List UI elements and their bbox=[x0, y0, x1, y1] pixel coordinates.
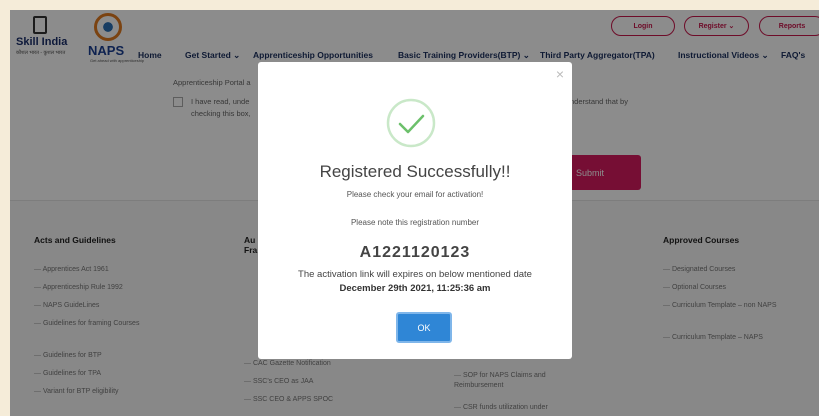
success-modal: × Registered Successfully!! Please check… bbox=[258, 62, 572, 359]
page: Skill India कौशल भारत - कुशल भारत NAPS G… bbox=[10, 10, 819, 416]
check-email-text: Please check your email for activation! bbox=[346, 190, 484, 199]
checkmark-icon bbox=[386, 98, 436, 148]
ok-button[interactable]: OK bbox=[396, 312, 452, 343]
expiry-text: The activation link will expires on belo… bbox=[298, 269, 532, 280]
expiry-date: December 29th 2021, 11:25:36 am bbox=[339, 283, 491, 294]
note-text: Please note this registration number bbox=[350, 218, 480, 227]
modal-title: Registered Successfully!! bbox=[319, 162, 511, 181]
close-icon[interactable]: × bbox=[556, 66, 564, 82]
registration-number: A1221120123 bbox=[359, 244, 471, 261]
